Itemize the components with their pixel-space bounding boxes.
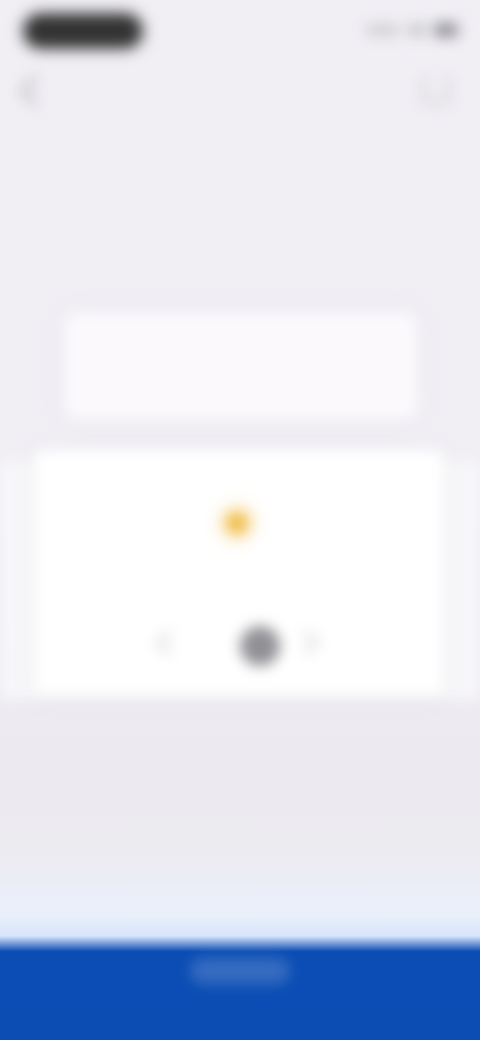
signal-icon — [366, 25, 400, 35]
chevron-left-icon[interactable] — [156, 630, 181, 655]
sun-icon — [226, 512, 248, 534]
share-icon[interactable] — [422, 76, 450, 104]
back-icon[interactable] — [19, 75, 51, 107]
bottom-bar-label[interactable] — [190, 958, 290, 984]
info-card[interactable] — [64, 312, 418, 420]
page-title — [96, 70, 386, 110]
center-control-icon[interactable] — [240, 626, 280, 666]
chevron-right-icon[interactable] — [294, 630, 319, 655]
blurred-screen — [0, 0, 480, 1040]
status-pill — [24, 14, 142, 48]
status-icons — [366, 23, 458, 37]
wifi-icon — [408, 25, 426, 35]
battery-icon — [434, 23, 458, 37]
main-card[interactable] — [34, 450, 444, 696]
